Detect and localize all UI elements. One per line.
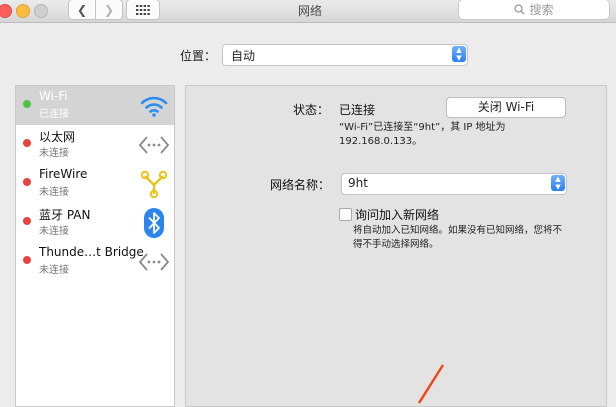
show-all-button[interactable] <box>126 0 160 20</box>
ask-join-description-line: 得不手动选择网络。 <box>353 239 439 250</box>
service-status: 已连接 <box>39 109 69 120</box>
back-button[interactable]: ❮ <box>68 0 96 20</box>
service-status: 未连接 <box>39 148 69 159</box>
service-name: 以太网 <box>39 130 76 144</box>
status-description: “Wi-Fi”已连接至“9ht”，其 IP 地址为 192.168.0.133。 <box>339 121 506 149</box>
service-item-thunderbolt-bridge[interactable]: Thunde…t Bridge 未连接 <box>16 242 174 281</box>
status-description-line: 192.168.0.133。 <box>339 136 423 147</box>
close-window-button[interactable] <box>0 4 12 18</box>
service-status: 未连接 <box>39 187 69 198</box>
network-name-select[interactable]: 9ht ▲ ▼ <box>341 173 567 195</box>
status-dot-disconnected <box>23 178 31 186</box>
title-bar: ❮ ❯ 网络 搜索 <box>0 0 616 23</box>
status-description-line: “Wi-Fi”已连接至“9ht”，其 IP 地址为 <box>339 122 506 133</box>
service-name: Thunde…t Bridge <box>39 245 144 259</box>
ask-join-description-line: 将自动加入已知网络。如果没有已知网络，您将不 <box>353 225 563 236</box>
location-select[interactable]: 自动 ▲ ▼ <box>222 44 468 66</box>
service-item-wifi[interactable]: Wi-Fi 已连接 <box>16 86 174 125</box>
service-status: 未连接 <box>39 265 69 276</box>
wifi-icon <box>138 91 170 121</box>
service-item-firewire[interactable]: FireWire 未连接 <box>16 164 174 203</box>
window-title: 网络 <box>297 4 322 18</box>
ask-join-label[interactable]: 询问加入新网络 <box>355 206 439 223</box>
status-dot-connected <box>23 100 31 108</box>
chevron-right-icon: ❯ <box>103 2 115 17</box>
turn-off-wifi-button[interactable]: 关闭 Wi-Fi <box>446 97 566 118</box>
service-list[interactable]: Wi-Fi 已连接 以太网 未连接 FireWire 未连接 蓝牙 PAN 未连… <box>15 85 175 407</box>
status-label: 状态： <box>293 103 330 117</box>
service-name: Wi-Fi <box>39 89 68 103</box>
popup-stepper-icon: ▲ ▼ <box>551 175 565 191</box>
status-dot-disconnected <box>23 256 31 264</box>
network-name-value: 9ht <box>348 176 368 190</box>
annotation-arrow <box>417 364 445 404</box>
service-item-ethernet[interactable]: 以太网 未连接 <box>16 125 174 164</box>
location-value: 自动 <box>231 49 256 63</box>
detail-panel: 状态： 已连接 关闭 Wi-Fi “Wi-Fi”已连接至“9ht”，其 IP 地… <box>185 85 607 407</box>
search-icon <box>514 4 525 15</box>
popup-stepper-icon: ▲ ▼ <box>452 46 466 62</box>
status-dot-disconnected <box>23 139 31 147</box>
service-item-bluetooth-pan[interactable]: 蓝牙 PAN 未连接 <box>16 203 174 242</box>
navigation-buttons: ❮ ❯ <box>68 0 123 20</box>
network-name-label: 网络名称： <box>270 178 331 192</box>
service-status: 未连接 <box>39 226 69 237</box>
thunderbolt-bridge-icon <box>138 247 170 277</box>
ask-join-checkbox[interactable] <box>339 208 352 221</box>
ethernet-icon <box>138 130 170 160</box>
bluetooth-icon <box>138 208 170 238</box>
search-field[interactable]: 搜索 <box>458 0 610 20</box>
zoom-window-button[interactable] <box>34 4 48 18</box>
chevron-left-icon: ❮ <box>76 2 88 17</box>
status-value: 已连接 <box>339 103 376 117</box>
grid-icon <box>136 4 150 15</box>
search-placeholder: 搜索 <box>529 3 554 17</box>
minimize-window-button[interactable] <box>16 4 30 18</box>
status-dot-disconnected <box>23 217 31 225</box>
service-name: FireWire <box>39 167 88 181</box>
location-label: 位置： <box>180 49 217 63</box>
ask-join-description: 将自动加入已知网络。如果没有已知网络，您将不 得不手动选择网络。 <box>353 224 562 252</box>
forward-button[interactable]: ❯ <box>96 0 123 20</box>
firewire-icon <box>138 169 170 199</box>
service-name: 蓝牙 PAN <box>39 208 91 222</box>
